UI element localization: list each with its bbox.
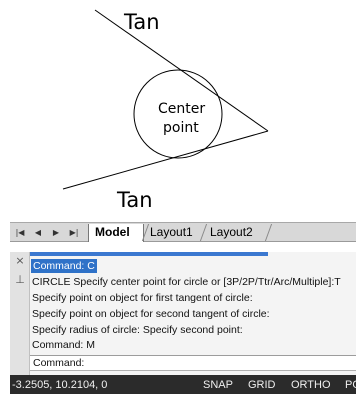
command-prompt-label: Command: [33, 357, 85, 369]
snap-toggle[interactable]: SNAP [203, 378, 233, 392]
polar-toggle[interactable]: PO [345, 378, 356, 392]
history-line: Specify point on object for first tangen… [32, 292, 253, 304]
tangent-line-bottom[interactable] [62, 130, 269, 190]
history-line: Specify point on object for second tange… [32, 308, 270, 320]
previous-tab-button[interactable]: ◀ [32, 226, 44, 239]
history-line: Specify radius of circle: Specify second… [32, 324, 243, 336]
history-line: CIRCLE Specify center point for circle o… [32, 276, 341, 288]
drawing-canvas[interactable]: Tan Center point Tan [0, 0, 356, 214]
tab-model[interactable]: Model [88, 224, 144, 242]
first-tab-button[interactable]: |◀ [14, 226, 26, 239]
pin-icon[interactable]: ⊥ [14, 274, 26, 286]
tab-layout2[interactable]: Layout2 [204, 224, 268, 242]
next-tab-button[interactable]: ▶ [50, 226, 62, 239]
command-history: Command: C CIRCLE Specify center point f… [31, 256, 356, 356]
center-label-line1: Center [158, 101, 205, 117]
command-input[interactable] [86, 356, 350, 370]
grid-toggle[interactable]: GRID [248, 378, 276, 392]
history-line-selected: Command: C [31, 259, 97, 273]
cursor-coordinates: -3.2505, 10.2104, 0 [12, 379, 108, 391]
last-tab-button[interactable]: ▶| [68, 226, 80, 239]
tan-label-bottom: Tan [116, 188, 153, 212]
history-line: Command: M [32, 339, 96, 351]
close-icon[interactable]: × [14, 255, 26, 267]
ortho-toggle[interactable]: ORTHO [291, 378, 331, 392]
command-input-row: Command: [30, 355, 356, 371]
tan-label-top: Tan [123, 10, 160, 34]
center-label-line2: point [163, 120, 199, 136]
layout-tab-bar: |◀ ◀ ▶ ▶| Model Layout1 Layout2 [10, 222, 356, 242]
command-window-side-bar: × ⊥ [10, 252, 30, 375]
